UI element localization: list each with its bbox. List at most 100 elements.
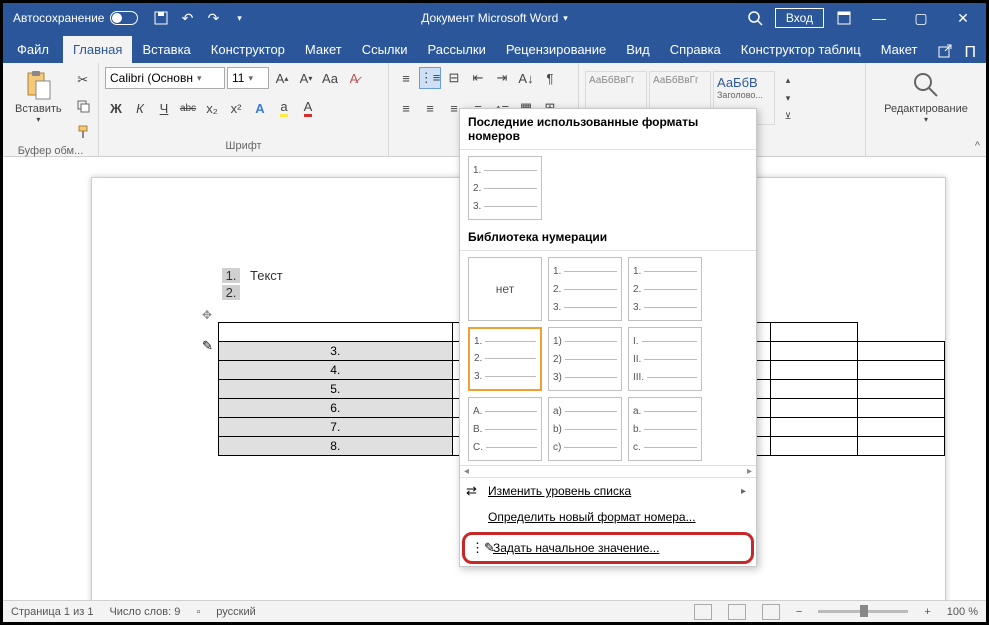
styles-down-icon[interactable]: ▾ [777, 89, 799, 107]
numbering-option[interactable]: a)b)c) [548, 397, 622, 461]
comments-icon[interactable]: П [965, 44, 977, 62]
popup-scrollbar[interactable]: ◂▸ [460, 465, 756, 477]
chevron-down-icon: ▾ [197, 73, 202, 84]
zoom-level[interactable]: 100 % [947, 606, 978, 618]
list-edit-icon: ⋮✎ [471, 540, 487, 556]
tab-file[interactable]: Файл [3, 36, 63, 63]
tab-table-design[interactable]: Конструктор таблиц [731, 36, 871, 63]
maximize-button[interactable]: ▢ [906, 10, 936, 27]
zoom-slider[interactable] [818, 610, 908, 613]
autosave-toggle[interactable]: Автосохранение [13, 11, 138, 25]
print-layout-icon[interactable] [728, 604, 746, 620]
list-item[interactable]: 1.Текст [222, 268, 283, 283]
search-icon [910, 69, 942, 101]
font-size-combo[interactable]: 11▾ [227, 67, 269, 89]
read-mode-icon[interactable] [694, 604, 712, 620]
shrink-font-icon[interactable]: A▾ [295, 67, 317, 89]
word-count[interactable]: Число слов: 9 [109, 606, 180, 618]
show-marks-icon[interactable]: ¶ [539, 67, 561, 89]
indent-icon: ⇄ [466, 483, 482, 499]
align-center-icon[interactable]: ≡ [419, 97, 441, 119]
tab-review[interactable]: Рецензирование [496, 36, 616, 63]
increase-indent-icon[interactable]: ⇥ [491, 67, 513, 89]
numbering-option[interactable]: 1.2.3. [468, 327, 542, 391]
chevron-down-icon: ▾ [36, 115, 40, 124]
sort-icon[interactable]: A↓ [515, 67, 537, 89]
numbering-option[interactable]: I.II.III. [628, 327, 702, 391]
tab-mailings[interactable]: Рассылки [417, 36, 495, 63]
tab-design[interactable]: Конструктор [201, 36, 295, 63]
zoom-out-icon[interactable]: − [796, 606, 802, 618]
quick-access-toolbar: ↶ ↷ ▾ [153, 10, 247, 26]
tab-insert[interactable]: Вставка [132, 36, 200, 63]
tab-layout[interactable]: Макет [295, 36, 352, 63]
list-item[interactable]: 2. [222, 285, 283, 300]
tab-references[interactable]: Ссылки [352, 36, 418, 63]
undo-icon[interactable]: ↶ [179, 10, 195, 26]
tab-view[interactable]: Вид [616, 36, 660, 63]
table-anchor-icon[interactable]: ✥ [202, 308, 212, 322]
tab-table-layout[interactable]: Макет [871, 36, 928, 63]
save-icon[interactable] [153, 10, 169, 26]
italic-button[interactable]: К [129, 97, 151, 119]
ribbon-options-icon[interactable] [836, 10, 852, 26]
title-dropdown-icon[interactable]: ▾ [563, 13, 568, 24]
numbering-icon[interactable]: ⋮≡ [419, 67, 441, 89]
zoom-in-icon[interactable]: + [924, 606, 930, 618]
editing-button[interactable]: Редактирование ▾ [878, 67, 974, 126]
define-new-format[interactable]: Определить новый формат номера... [460, 504, 756, 530]
clear-format-icon[interactable]: A̷ [343, 67, 365, 89]
popup-menu: ⇄ Изменить уровень списка ▸ Определить н… [460, 477, 756, 564]
copy-icon[interactable] [72, 95, 94, 117]
cut-icon[interactable]: ✂ [72, 69, 94, 91]
minimize-button[interactable]: — [864, 10, 894, 26]
tab-help[interactable]: Справка [660, 36, 731, 63]
spell-check-icon[interactable]: ▫ [196, 606, 200, 618]
numbering-option[interactable]: 1.2.3. [548, 257, 622, 321]
statusbar: Страница 1 из 1 Число слов: 9 ▫ русский … [3, 600, 986, 622]
grow-font-icon[interactable]: A▴ [271, 67, 293, 89]
editing-label: Редактирование [884, 103, 968, 115]
styles-more-icon[interactable]: ⊻ [777, 107, 799, 125]
set-numbering-value[interactable]: ⋮✎ Задать начальное значение... [462, 532, 754, 564]
bold-button[interactable]: Ж [105, 97, 127, 119]
pencil-icon[interactable]: ✎ [202, 338, 213, 354]
numbering-option[interactable]: A.B.C. [468, 397, 542, 461]
tab-home[interactable]: Главная [63, 36, 132, 63]
change-case-icon[interactable]: Aa [319, 67, 341, 89]
collapse-ribbon-icon[interactable]: ^ [975, 140, 980, 152]
share-icon[interactable] [937, 43, 957, 63]
font-name-combo[interactable]: Calibri (Основн▾ [105, 67, 225, 89]
styles-up-icon[interactable]: ▴ [777, 71, 799, 89]
language-indicator[interactable]: русский [216, 606, 255, 618]
numbering-option[interactable]: 1.2.3. [628, 257, 702, 321]
change-list-level[interactable]: ⇄ Изменить уровень списка ▸ [460, 478, 756, 504]
format-painter-icon[interactable] [72, 121, 94, 143]
page-indicator[interactable]: Страница 1 из 1 [11, 606, 93, 618]
numbering-option[interactable]: 1)2)3) [548, 327, 622, 391]
qat-dropdown-icon[interactable]: ▾ [231, 10, 247, 26]
font-color-icon[interactable]: A [297, 97, 319, 119]
superscript-button[interactable]: x² [225, 97, 247, 119]
signin-button[interactable]: Вход [775, 8, 824, 28]
numbering-none[interactable]: нет [468, 257, 542, 321]
align-left-icon[interactable]: ≡ [395, 97, 417, 119]
numbering-option[interactable]: 1. 2. 3. [468, 156, 542, 220]
titlebar-right: Вход — ▢ ✕ [747, 8, 986, 28]
text-effects-icon[interactable]: A [249, 97, 271, 119]
highlight-icon[interactable]: a [273, 97, 295, 119]
multilevel-icon[interactable]: ⊟ [443, 67, 465, 89]
subscript-button[interactable]: x₂ [201, 97, 223, 119]
group-clipboard: Вставить ▾ ✂ Буфер обм... [3, 63, 99, 156]
redo-icon[interactable]: ↷ [205, 10, 221, 26]
underline-button[interactable]: Ч [153, 97, 175, 119]
search-icon[interactable] [747, 10, 763, 26]
bullets-icon[interactable]: ≡ [395, 67, 417, 89]
strike-button[interactable]: abc [177, 97, 199, 119]
paste-button[interactable]: Вставить ▾ [9, 67, 68, 126]
web-layout-icon[interactable] [762, 604, 780, 620]
group-editing: Редактирование ▾ [866, 63, 986, 156]
decrease-indent-icon[interactable]: ⇤ [467, 67, 489, 89]
close-button[interactable]: ✕ [948, 10, 978, 27]
numbering-option[interactable]: a.b.c. [628, 397, 702, 461]
